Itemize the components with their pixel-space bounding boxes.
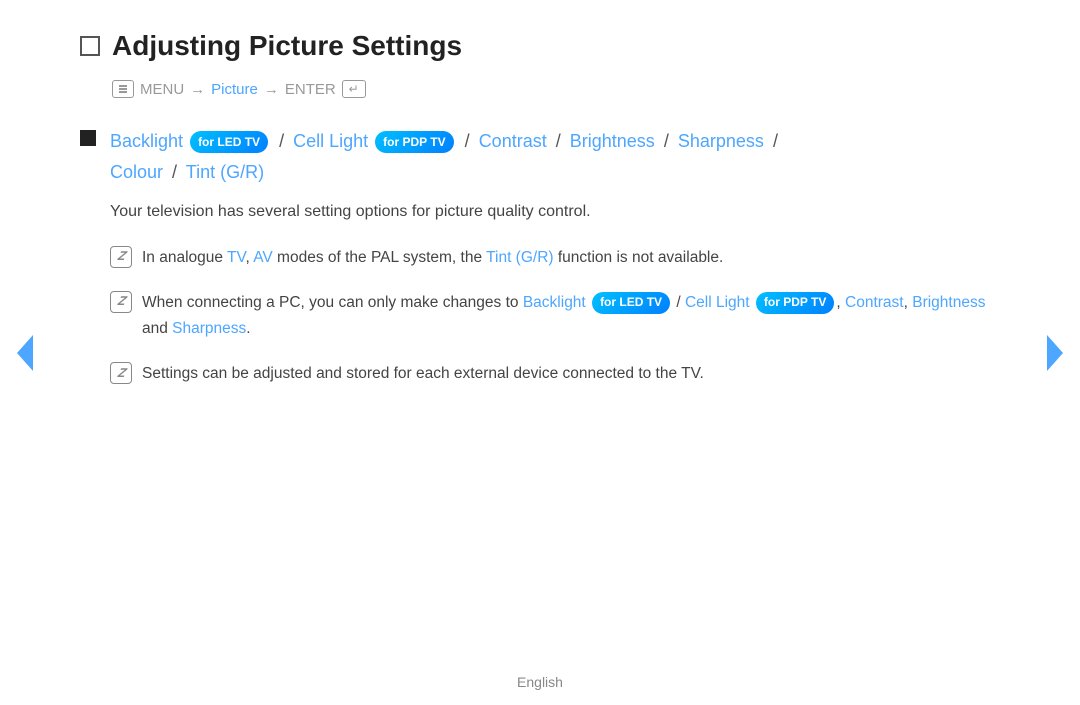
cell-light-link[interactable]: Cell Light — [293, 131, 368, 151]
note-text-3: Settings can be adjusted and stored for … — [142, 361, 1000, 387]
cell-light-link-2[interactable]: Cell Light — [685, 294, 750, 311]
brightness-link-2[interactable]: Brightness — [912, 294, 985, 311]
slash4: / — [664, 131, 669, 151]
brightness-link[interactable]: Brightness — [570, 131, 655, 151]
note-item-2: 𝒁 When connecting a PC, you can only mak… — [110, 290, 1000, 341]
note-item-3: 𝒁 Settings can be adjusted and stored fo… — [110, 361, 1000, 387]
slash1: / — [279, 131, 284, 151]
av-link[interactable]: AV — [253, 249, 273, 266]
pdp-badge: for PDP TV — [375, 131, 453, 153]
enter-label: ENTER — [285, 81, 336, 98]
title-row: Adjusting Picture Settings — [80, 30, 1000, 62]
pdp-badge-2: for PDP TV — [756, 292, 834, 314]
note-icon-1: 𝒁 — [110, 246, 132, 268]
led-badge-2: for LED TV — [592, 292, 670, 314]
sharpness-link[interactable]: Sharpness — [678, 131, 764, 151]
slash2: / — [465, 131, 470, 151]
enter-icon — [342, 80, 366, 98]
menu-path: MENU → Picture → ENTER — [112, 80, 1000, 98]
backlight-link-2[interactable]: Backlight — [523, 294, 586, 311]
menu-label: MENU — [140, 81, 184, 98]
bullet-square — [80, 130, 96, 146]
slash6: / — [172, 162, 177, 182]
description-text: Your television has several setting opti… — [110, 199, 1000, 225]
sharpness-link-2[interactable]: Sharpness — [172, 320, 246, 337]
nav-arrow-left[interactable] — [10, 328, 40, 378]
nav-arrow-right[interactable] — [1040, 328, 1070, 378]
contrast-link-2[interactable]: Contrast — [845, 294, 904, 311]
tv-link[interactable]: TV — [227, 249, 245, 266]
note-icon-2: 𝒁 — [110, 291, 132, 313]
left-arrow-icon — [15, 335, 35, 371]
footer-language: English — [517, 674, 563, 690]
heading-line: Backlight for LED TV / Cell Light for PD… — [110, 126, 1000, 187]
backlight-link[interactable]: Backlight — [110, 131, 183, 151]
bullet-content: Backlight for LED TV / Cell Light for PD… — [110, 126, 1000, 407]
contrast-link[interactable]: Contrast — [479, 131, 547, 151]
page-title: Adjusting Picture Settings — [112, 30, 462, 62]
arrow2: → — [264, 81, 279, 98]
colour-link[interactable]: Colour — [110, 162, 163, 182]
menu-icon — [112, 80, 134, 98]
note-item-1: 𝒁 In analogue TV, AV modes of the PAL sy… — [110, 245, 1000, 271]
note-icon-3: 𝒁 — [110, 362, 132, 384]
main-section: Backlight for LED TV / Cell Light for PD… — [80, 126, 1000, 407]
picture-link[interactable]: Picture — [211, 81, 258, 98]
arrow1: → — [190, 81, 205, 98]
tint-link[interactable]: Tint (G/R) — [186, 162, 264, 182]
slash3: / — [556, 131, 561, 151]
slash5: / — [773, 131, 778, 151]
note-text-2: When connecting a PC, you can only make … — [142, 290, 1000, 341]
note-text-1: In analogue TV, AV modes of the PAL syst… — [142, 245, 1000, 271]
right-arrow-icon — [1045, 335, 1065, 371]
title-checkbox-icon — [80, 36, 100, 56]
led-badge: for LED TV — [190, 131, 268, 153]
tint-gr-link[interactable]: Tint (G/R) — [486, 249, 553, 266]
